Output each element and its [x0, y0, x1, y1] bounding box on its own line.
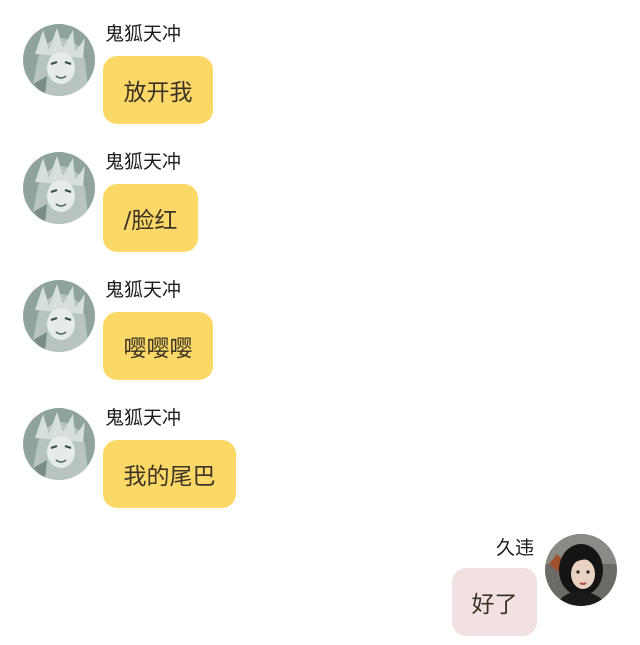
anime-character-avatar-icon — [23, 408, 95, 480]
sender-name: 鬼狐天冲 — [105, 23, 182, 45]
message-bubble[interactable]: 好了 — [452, 568, 537, 636]
sender-name: 鬼狐天冲 — [105, 407, 182, 429]
message-bubble[interactable]: 我的尾巴 — [103, 440, 236, 508]
chat-thread: 鬼狐天冲 放开我 鬼狐天冲 /脸红 鬼狐天冲 嘤嘤嘤 鬼狐天冲 我的尾巴 久违 … — [0, 0, 640, 645]
sender-name: 鬼狐天冲 — [105, 151, 182, 173]
message-bubble[interactable]: /脸红 — [103, 184, 198, 252]
avatar[interactable] — [23, 24, 95, 96]
message-bubble[interactable]: 放开我 — [103, 56, 213, 124]
avatar[interactable] — [545, 534, 617, 606]
anime-character-avatar-icon — [23, 280, 95, 352]
avatar[interactable] — [23, 152, 95, 224]
anime-character-avatar-icon — [23, 24, 95, 96]
message-bubble[interactable]: 嘤嘤嘤 — [103, 312, 213, 380]
avatar[interactable] — [23, 408, 95, 480]
avatar[interactable] — [23, 280, 95, 352]
anime-character-avatar-icon — [23, 152, 95, 224]
photo-woman-avatar-icon — [545, 534, 617, 606]
sender-name: 久违 — [496, 537, 535, 559]
sender-name: 鬼狐天冲 — [105, 279, 182, 301]
